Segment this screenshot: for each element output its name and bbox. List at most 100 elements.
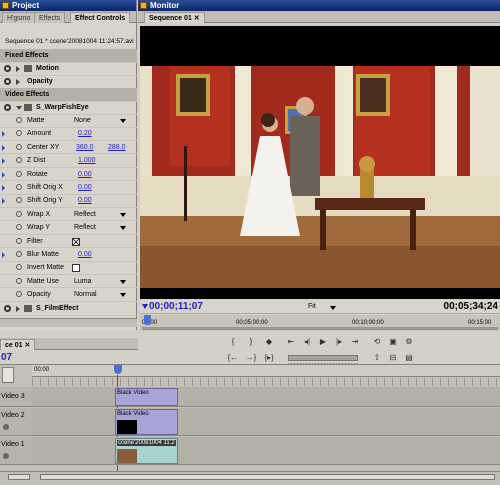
stopwatch-icon[interactable] (16, 170, 22, 177)
param-row[interactable]: Invert Matte (0, 261, 137, 275)
param-row[interactable]: Filter (0, 235, 137, 249)
param-dropdown[interactable]: Reflect (74, 221, 126, 234)
effect-row-warpfisheye[interactable]: S_WarpFishEye (0, 101, 137, 115)
param-value-y[interactable]: 288.0 (108, 141, 126, 154)
stopwatch-icon[interactable] (16, 184, 22, 190)
stopwatch-icon[interactable] (16, 157, 22, 164)
param-row[interactable]: Opacity Normal (0, 288, 137, 302)
lift-button[interactable]: ⇧ (370, 352, 384, 363)
export-frame-button[interactable]: ▤ (402, 352, 416, 363)
keyframe-twirl-icon[interactable] (2, 252, 5, 258)
eye-icon[interactable] (3, 453, 9, 459)
output-button[interactable]: ⚙ (402, 336, 416, 347)
stopwatch-icon[interactable] (16, 117, 22, 123)
param-value[interactable]: 0.00 (78, 168, 92, 181)
go-to-out-button[interactable]: ⇥ (348, 336, 362, 347)
param-value[interactable]: 0.00 (78, 181, 92, 194)
clip-black-video-3[interactable]: Black Video (115, 388, 178, 406)
set-out-point-button[interactable]: } (244, 336, 258, 347)
stopwatch-icon[interactable] (16, 251, 22, 257)
param-value[interactable]: 0.20 (78, 127, 92, 140)
param-row[interactable]: Shift Orig X 0.00 (0, 181, 137, 195)
param-dropdown[interactable]: Luma (74, 275, 126, 288)
param-row[interactable]: Wrap Y Reflect (0, 221, 137, 235)
twirl-open-icon[interactable] (16, 106, 22, 110)
panel-scrollbar[interactable] (0, 318, 137, 327)
shuttle-slider[interactable] (288, 355, 358, 361)
track-video-1[interactable]: Video 1 (0, 437, 32, 465)
opacity-row[interactable]: Opacity (0, 75, 137, 89)
set-marker-button[interactable]: ◆ (262, 336, 276, 347)
stopwatch-icon[interactable] (16, 237, 22, 244)
loop-button[interactable]: ⟲ (370, 336, 384, 347)
stopwatch-icon[interactable] (16, 197, 22, 204)
motion-row[interactable]: Motion (0, 62, 137, 76)
tab-sequence-01[interactable]: Sequence 01 ✕ (144, 12, 205, 23)
keyframe-twirl-icon[interactable] (2, 171, 5, 178)
eye-icon[interactable] (4, 78, 11, 85)
stopwatch-icon[interactable] (16, 130, 22, 137)
param-checkbox[interactable] (72, 237, 80, 246)
track-video-2[interactable]: Video 2 (0, 408, 32, 436)
stopwatch-icon[interactable] (16, 277, 22, 284)
safe-margins-button[interactable]: ▣ (386, 336, 400, 347)
step-back-button[interactable]: ◂| (300, 336, 314, 347)
param-value[interactable]: 0.00 (78, 248, 92, 261)
close-tab-icon[interactable]: ✕ (24, 342, 30, 349)
close-tab-icon[interactable]: ✕ (194, 15, 200, 22)
extract-button[interactable]: ⊟ (386, 352, 400, 363)
go-to-in-button[interactable]: ⇤ (284, 336, 298, 347)
stopwatch-icon[interactable] (16, 224, 22, 231)
monitor-titlebar[interactable]: Monitor (138, 0, 500, 11)
keyframe-twirl-icon[interactable] (2, 144, 5, 151)
param-row[interactable]: Wrap X Reflect (0, 208, 137, 222)
tab-effect-controls[interactable]: Effect Controls (70, 12, 131, 23)
play-in-to-out-button[interactable]: {▸} (262, 352, 276, 363)
snap-button[interactable] (2, 367, 14, 383)
tab-effects[interactable]: Effects (34, 12, 66, 23)
stopwatch-icon[interactable] (16, 291, 22, 298)
timeline-playhead[interactable] (114, 365, 122, 374)
stopwatch-icon[interactable] (16, 264, 22, 271)
param-dropdown[interactable]: Reflect (74, 208, 126, 221)
param-dropdown[interactable]: Normal (74, 288, 126, 301)
fit-dropdown[interactable]: Fit (308, 303, 336, 312)
keyframe-twirl-icon[interactable] (2, 198, 5, 205)
twirl-icon[interactable] (16, 306, 20, 312)
param-row[interactable]: Matte None (0, 114, 137, 128)
zoom-slider[interactable] (8, 474, 30, 480)
eye-icon[interactable] (3, 424, 9, 430)
keyframe-twirl-icon[interactable] (2, 131, 5, 138)
param-value-x[interactable]: 360.0 (76, 141, 94, 154)
tab-history[interactable]: H'gsmo (2, 12, 36, 23)
param-row[interactable]: Matte Use Luma (0, 275, 137, 289)
twirl-icon[interactable] (16, 66, 20, 72)
timeline-ruler[interactable]: 00;00 (32, 365, 500, 377)
param-row[interactable]: Amount 0.20 (0, 127, 137, 141)
stopwatch-icon[interactable] (16, 210, 22, 217)
param-row[interactable]: Shift Orig Y 0.00 (0, 194, 137, 208)
timeline-timecode[interactable]: 07 (1, 352, 12, 363)
param-checkbox[interactable] (72, 264, 80, 273)
keyframe-twirl-icon[interactable] (2, 185, 5, 191)
project-titlebar[interactable]: Project (0, 0, 136, 11)
go-to-previous-marker-button[interactable]: {← (226, 352, 240, 363)
scroll-thumb[interactable] (40, 474, 495, 480)
param-value[interactable]: 1.000 (78, 154, 96, 167)
keyframe-twirl-icon[interactable] (2, 158, 5, 165)
clip-video-1[interactable]: ccene'20081004 11:2 (115, 438, 178, 464)
param-row[interactable]: Z Dist 1.000 (0, 154, 137, 168)
param-row[interactable]: Center XY 360.0 288.0 (0, 141, 137, 155)
effect-row-filmeffect[interactable]: S_FilmEffect (0, 302, 137, 316)
set-in-point-button[interactable]: { (226, 336, 240, 347)
timeline-scrollbar[interactable] (0, 471, 500, 481)
go-to-next-marker-button[interactable]: →} (244, 352, 258, 363)
eye-icon[interactable] (4, 104, 11, 111)
param-row[interactable]: Blur Matte 0.00 (0, 248, 137, 262)
twirl-icon[interactable] (16, 79, 20, 85)
playhead-marker[interactable] (144, 315, 151, 325)
track-video-3[interactable]: Video 3 (0, 387, 32, 407)
stopwatch-icon[interactable] (16, 143, 22, 150)
current-timecode[interactable]: 00;00;11;07 (149, 301, 203, 312)
play-button[interactable]: ▶ (316, 336, 330, 347)
